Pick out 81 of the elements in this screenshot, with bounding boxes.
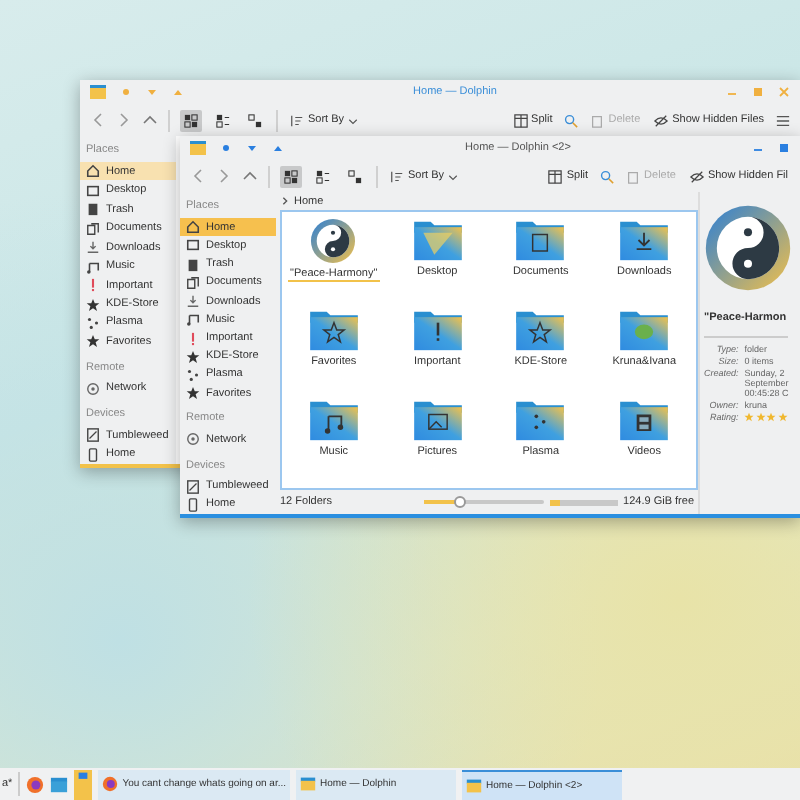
star-icon [86,297,100,312]
maximize-icon[interactable] [752,86,764,98]
folder-icon [307,308,360,352]
star-icon[interactable] [744,412,755,422]
yin-yang-icon [704,204,792,292]
up-triangle-icon[interactable] [272,142,284,154]
trash-icon [186,257,200,272]
home-icon [186,220,200,235]
star-icon[interactable] [755,412,766,422]
dot-icon[interactable] [220,142,232,154]
trash-icon [626,169,641,183]
compact-view-button[interactable] [312,165,334,187]
home-icon [86,164,100,179]
phone-icon [86,447,100,462]
music-icon [186,312,200,327]
split-view-icon [548,169,563,183]
compact-view-button[interactable] [212,109,234,131]
crossed-eye-icon [654,113,669,127]
downloads-icon [86,240,100,255]
split-view-icon [513,113,528,127]
storage-bar [549,499,618,505]
network-icon [86,381,100,396]
sort-icon [390,169,404,183]
folder-icon [514,218,567,262]
down-triangle-icon[interactable] [246,142,258,154]
desktop-pager[interactable] [74,769,93,799]
folder-icon[interactable] [50,775,69,793]
details-view-button[interactable] [244,109,266,131]
folder-icon [300,776,317,792]
up-triangle-icon[interactable] [172,86,184,98]
folder-icon [618,218,671,262]
search-icon[interactable] [600,169,615,183]
music-icon [86,259,100,274]
drive-icon [86,428,100,443]
folder-icon [618,398,671,442]
folder-icon [411,218,464,262]
desktop-icon [86,183,100,198]
caret-icon [348,115,359,125]
plasma-icon [86,315,100,330]
documents-icon [86,221,100,236]
icons-view-button[interactable] [180,109,202,131]
folder-icon [466,777,483,793]
close-icon[interactable] [778,86,790,98]
important-icon [86,278,100,293]
folder-icon [514,308,567,352]
folder-icon [411,398,464,442]
star-icon [186,386,200,401]
browser-icon[interactable] [26,775,45,793]
crossed-eye-icon [689,169,704,183]
drive-icon [186,479,200,494]
folder-icon [411,308,464,352]
down-triangle-icon[interactable] [146,86,158,98]
chevron-right-icon [280,196,290,206]
browser-icon [102,776,119,792]
maximize-icon[interactable] [778,142,790,154]
folder-icon [618,308,671,352]
plasma-icon [186,367,200,382]
folder-app-icon [190,140,206,156]
dot-icon[interactable] [120,86,132,98]
phone-icon [186,497,200,512]
network-icon [186,432,200,447]
star-icon[interactable] [777,412,788,422]
folder-icon [307,398,360,442]
star-icon [86,334,100,349]
downloads-icon [186,294,200,309]
search-icon[interactable] [564,113,579,127]
yin-yang-icon [310,218,357,264]
screen-icon [78,771,89,781]
star-icon [186,349,200,364]
folder-icon [514,398,567,442]
star-icon[interactable] [766,412,777,422]
menu-icon[interactable] [776,113,790,127]
important-icon [186,331,200,346]
trash-icon [590,113,605,127]
caret-icon [448,171,459,181]
documents-icon [186,275,200,290]
desktop-icon [186,238,200,253]
icons-view-button[interactable] [280,165,302,187]
details-view-button[interactable] [344,165,366,187]
trash-icon [86,202,100,217]
sort-icon [290,113,304,127]
